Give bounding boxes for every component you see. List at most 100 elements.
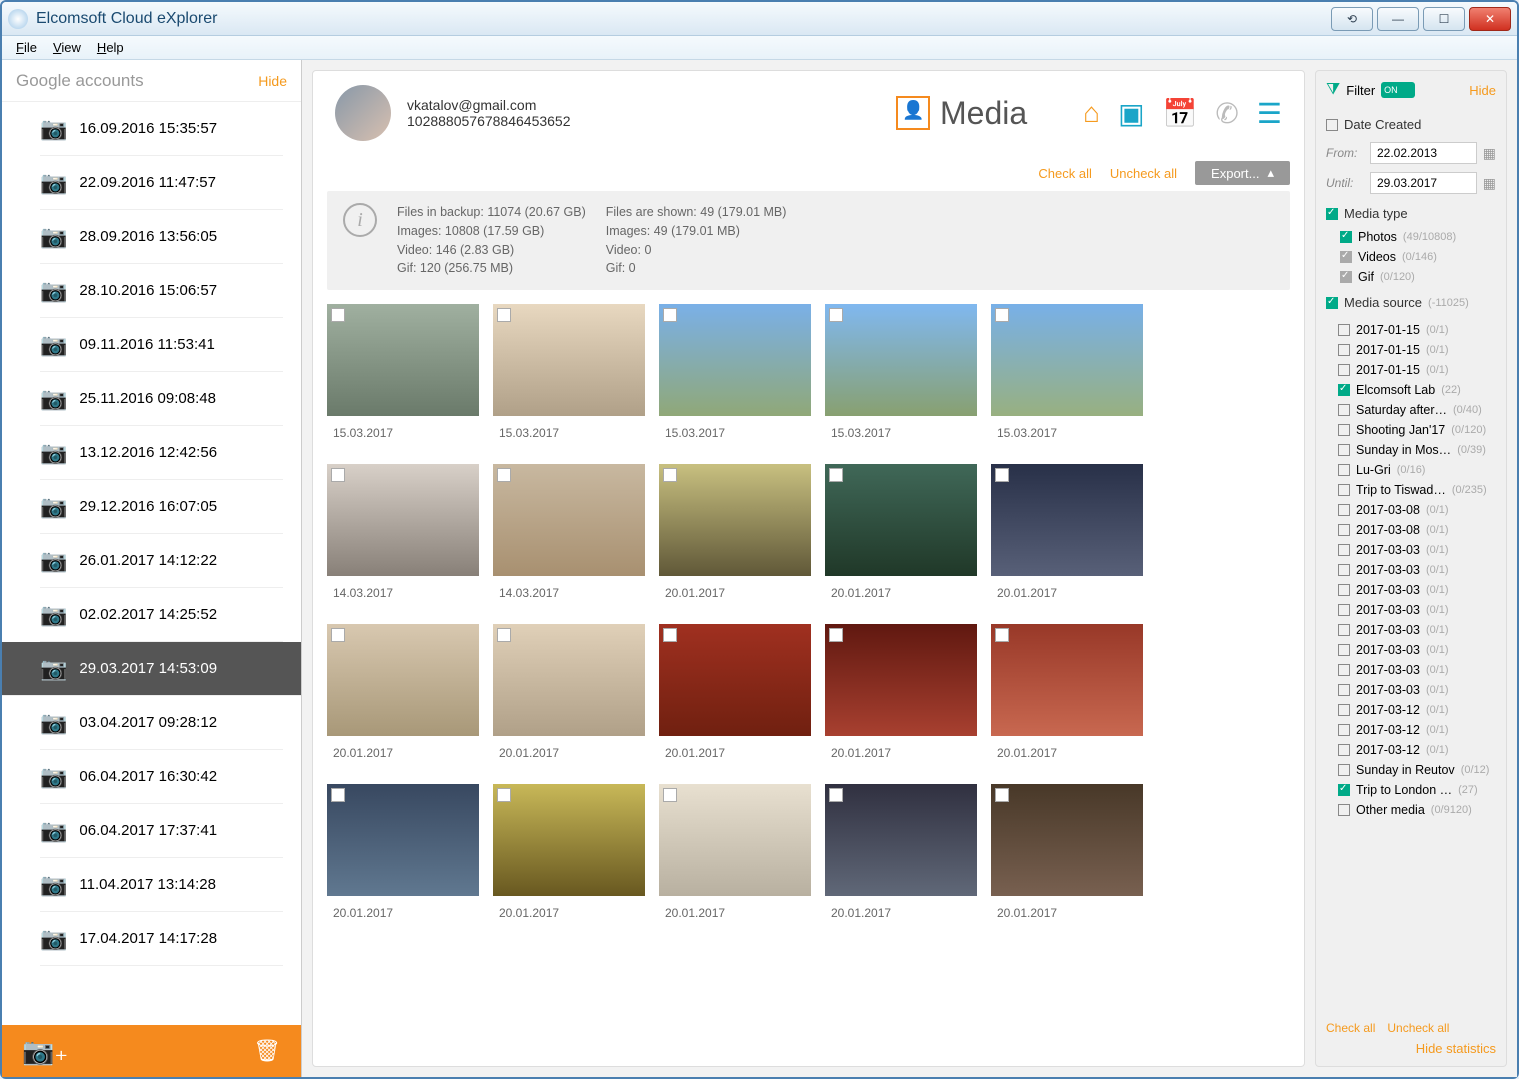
thumbnail-image[interactable]: [493, 464, 645, 576]
thumbnail[interactable]: 20.01.2017: [327, 784, 479, 930]
home-icon[interactable]: ⌂: [1083, 97, 1100, 130]
sidebar-hide-link[interactable]: Hide: [258, 73, 287, 89]
source-item[interactable]: 2017-03-08 (0/1): [1324, 520, 1494, 540]
thumbnail-checkbox[interactable]: [331, 468, 345, 482]
source-check[interactable]: [1338, 504, 1350, 516]
thumbnail-checkbox[interactable]: [995, 468, 1009, 482]
thumbnail-checkbox[interactable]: [829, 788, 843, 802]
calendar-picker-icon[interactable]: ▦: [1483, 175, 1496, 192]
thumbnail-checkbox[interactable]: [497, 308, 511, 322]
filter-check-all[interactable]: Check all: [1326, 1021, 1375, 1035]
source-check[interactable]: [1338, 724, 1350, 736]
source-check[interactable]: [1338, 444, 1350, 456]
thumbnail-image[interactable]: [327, 304, 479, 416]
thumbnail-image[interactable]: [659, 464, 811, 576]
source-item[interactable]: 2017-03-03 (0/1): [1324, 580, 1494, 600]
snapshot-item[interactable]: 📷25.11.2016 09:08:48: [40, 372, 283, 426]
thumbnail[interactable]: 20.01.2017: [991, 624, 1143, 770]
thumbnail[interactable]: 20.01.2017: [493, 624, 645, 770]
source-check[interactable]: [1338, 364, 1350, 376]
source-item[interactable]: 2017-03-03 (0/1): [1324, 660, 1494, 680]
thumbnail-image[interactable]: [659, 624, 811, 736]
videos-check[interactable]: [1340, 251, 1352, 263]
thumbnail-checkbox[interactable]: [331, 788, 345, 802]
source-check[interactable]: [1338, 384, 1350, 396]
snapshot-item[interactable]: 📷11.04.2017 13:14:28: [40, 858, 283, 912]
thumbnail-checkbox[interactable]: [829, 308, 843, 322]
date-until-input[interactable]: 29.03.2017: [1370, 172, 1477, 194]
snapshot-item[interactable]: 📷29.12.2016 16:07:05: [40, 480, 283, 534]
thumbnail-checkbox[interactable]: [663, 628, 677, 642]
source-item[interactable]: 2017-01-15 (0/1): [1324, 340, 1494, 360]
snapshot-item[interactable]: 📷29.03.2017 14:53:09: [2, 642, 301, 696]
close-button[interactable]: ✕: [1469, 7, 1511, 31]
source-item[interactable]: Other media (0/9120): [1324, 800, 1494, 820]
thumbnail[interactable]: 20.01.2017: [493, 784, 645, 930]
date-created-check[interactable]: [1326, 119, 1338, 131]
thumbnail-image[interactable]: [991, 464, 1143, 576]
snapshot-item[interactable]: 📷17.04.2017 14:17:28: [40, 912, 283, 966]
source-check[interactable]: [1338, 804, 1350, 816]
source-item[interactable]: 2017-03-03 (0/1): [1324, 620, 1494, 640]
source-check[interactable]: [1338, 324, 1350, 336]
filter-toggle[interactable]: ON: [1381, 82, 1415, 98]
source-list[interactable]: 2017-01-15 (0/1)2017-01-15 (0/1)2017-01-…: [1324, 320, 1498, 1013]
source-item[interactable]: Shooting Jan'17 (0/120): [1324, 420, 1494, 440]
calendar-icon[interactable]: 📅: [1163, 97, 1198, 130]
snapshot-item[interactable]: 📷16.09.2016 15:35:57: [40, 102, 283, 156]
source-item[interactable]: Sunday in Mos… (0/39): [1324, 440, 1494, 460]
thumbnail-checkbox[interactable]: [995, 628, 1009, 642]
thumbnail[interactable]: 14.03.2017: [493, 464, 645, 610]
source-check[interactable]: [1338, 764, 1350, 776]
thumbnail-image[interactable]: [825, 304, 977, 416]
snapshot-item[interactable]: 📷06.04.2017 16:30:42: [40, 750, 283, 804]
thumbnail[interactable]: 15.03.2017: [327, 304, 479, 450]
thumbnail-image[interactable]: [327, 784, 479, 896]
thumbnail-image[interactable]: [493, 784, 645, 896]
source-check[interactable]: [1338, 664, 1350, 676]
thumbnail-checkbox[interactable]: [663, 788, 677, 802]
thumbnail[interactable]: 20.01.2017: [825, 624, 977, 770]
source-item[interactable]: 2017-01-15 (0/1): [1324, 320, 1494, 340]
snapshot-item[interactable]: 📷06.04.2017 17:37:41: [40, 804, 283, 858]
source-item[interactable]: 2017-03-03 (0/1): [1324, 680, 1494, 700]
thumbnail-checkbox[interactable]: [331, 308, 345, 322]
source-item[interactable]: 2017-03-12 (0/1): [1324, 740, 1494, 760]
thumbnail-checkbox[interactable]: [497, 468, 511, 482]
thumbnail-image[interactable]: [825, 624, 977, 736]
thumbnail-image[interactable]: [825, 784, 977, 896]
thumbnail-checkbox[interactable]: [663, 468, 677, 482]
thumbnail-image[interactable]: [659, 784, 811, 896]
thumbnail-checkbox[interactable]: [497, 788, 511, 802]
source-item[interactable]: 2017-03-03 (0/1): [1324, 560, 1494, 580]
snapshot-item[interactable]: 📷13.12.2016 12:42:56: [40, 426, 283, 480]
source-item[interactable]: Saturday after… (0/40): [1324, 400, 1494, 420]
source-check[interactable]: [1338, 564, 1350, 576]
source-check[interactable]: [1338, 604, 1350, 616]
thumbnail[interactable]: 20.01.2017: [825, 784, 977, 930]
thumbnail-image[interactable]: [991, 304, 1143, 416]
thumbnail[interactable]: 14.03.2017: [327, 464, 479, 610]
thumbnail-image[interactable]: [493, 304, 645, 416]
source-check[interactable]: [1338, 644, 1350, 656]
snapshot-item[interactable]: 📷28.10.2016 15:06:57: [40, 264, 283, 318]
source-item[interactable]: 2017-03-03 (0/1): [1324, 600, 1494, 620]
source-check[interactable]: [1338, 344, 1350, 356]
date-from-input[interactable]: 22.02.2013: [1370, 142, 1477, 164]
thumbnail[interactable]: 15.03.2017: [659, 304, 811, 450]
thumbnail-scroll[interactable]: 15.03.201715.03.201715.03.201715.03.2017…: [313, 290, 1304, 1066]
menu-help[interactable]: Help: [89, 38, 132, 57]
source-check[interactable]: [1338, 784, 1350, 796]
source-item[interactable]: Trip to London … (27): [1324, 780, 1494, 800]
source-item[interactable]: 2017-03-03 (0/1): [1324, 540, 1494, 560]
source-check[interactable]: [1338, 684, 1350, 696]
media-type-check[interactable]: [1326, 208, 1338, 220]
source-item[interactable]: Sunday in Reutov (0/12): [1324, 760, 1494, 780]
thumbnail-checkbox[interactable]: [331, 628, 345, 642]
source-check[interactable]: [1338, 424, 1350, 436]
source-check[interactable]: [1338, 404, 1350, 416]
thumbnail-checkbox[interactable]: [497, 628, 511, 642]
source-check[interactable]: [1338, 704, 1350, 716]
source-check[interactable]: [1338, 484, 1350, 496]
uncheck-all-link[interactable]: Uncheck all: [1110, 166, 1177, 181]
